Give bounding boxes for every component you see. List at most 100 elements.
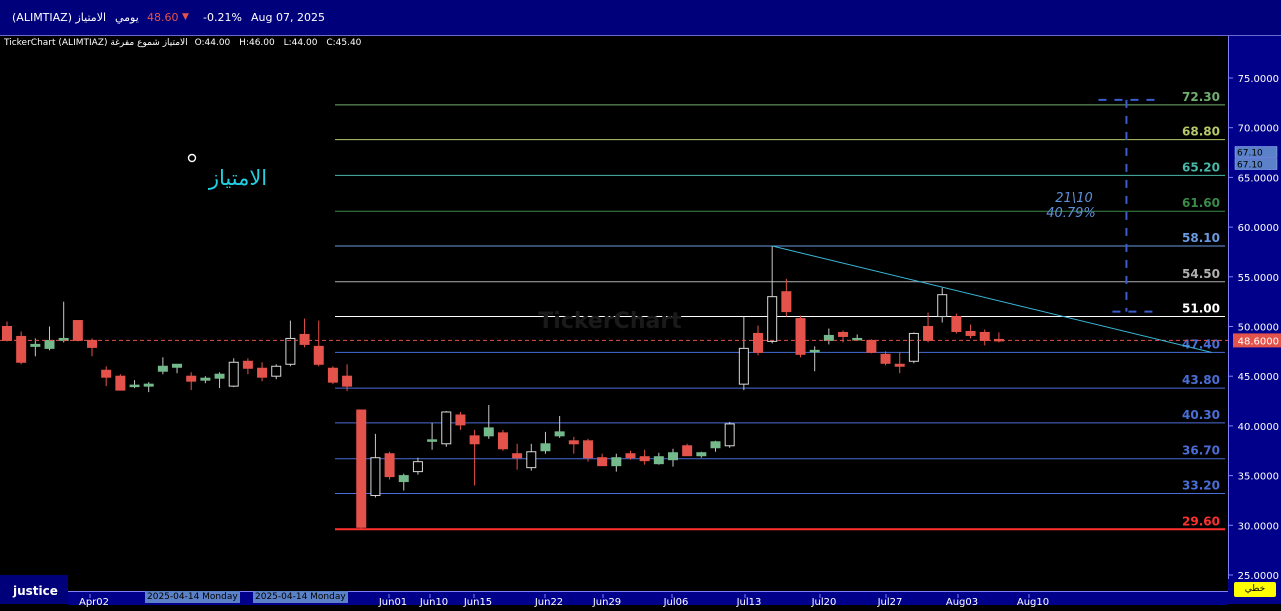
candle-49	[696, 451, 707, 458]
chart-plot[interactable]: 72.30 68.80 65.20 61.60 58.10 54.50 51.00 47.40…	[0, 36, 1228, 591]
candle-33	[469, 429, 480, 486]
candle-64	[908, 332, 919, 364]
level-label-7: 47.40	[1182, 337, 1220, 351]
candle-body	[767, 296, 778, 342]
candle-body	[101, 369, 112, 378]
candle-body	[582, 440, 593, 459]
candle-35	[497, 429, 508, 451]
candle-body	[965, 330, 976, 336]
y-tick-label: 25.0000	[1238, 571, 1279, 579]
candle-body	[696, 452, 707, 457]
x-tick-label: Apr02	[79, 597, 109, 607]
price-axis[interactable]: 75.0000 70.0000 65.0000 60.0000 55.0000 50.00…	[1228, 36, 1281, 582]
candle-body	[441, 411, 452, 445]
candle-48	[682, 443, 693, 457]
fibonacci-levels: 72.30 68.80 65.20 61.60 58.10 54.50 51.00 47.40…	[335, 90, 1225, 531]
level-label-5: 54.50	[1182, 267, 1220, 281]
candle-1	[16, 331, 27, 365]
candle-body	[497, 432, 508, 450]
candle-19	[271, 364, 282, 380]
candle-3	[44, 326, 55, 351]
candle-body	[753, 332, 764, 353]
period-label[interactable]: يومي	[115, 0, 139, 35]
candle-body	[186, 375, 197, 382]
y-tick-label: 75.0000	[1238, 74, 1279, 85]
level-label-2: 65.20	[1182, 160, 1220, 174]
candle-6	[87, 338, 98, 357]
chart-label[interactable]: الامتياز	[208, 166, 267, 190]
candle-body	[271, 365, 282, 377]
candle-body	[483, 427, 494, 437]
x-tick-label: Jul20	[811, 597, 837, 607]
candle-47	[667, 448, 678, 467]
candle-43	[611, 453, 622, 472]
candle-58	[823, 328, 834, 345]
x-tick-label: Jun29	[592, 597, 621, 607]
measure-bars: 21\10	[1055, 191, 1092, 206]
candle-body	[923, 326, 934, 341]
candle-45	[639, 449, 650, 465]
candle-0	[2, 321, 12, 342]
quote-date: Aug 07, 2025	[251, 11, 325, 24]
watermark: TickerChart	[538, 309, 682, 334]
candle-42	[597, 453, 608, 467]
candle-body	[398, 475, 409, 483]
candle-57	[809, 346, 820, 372]
candle-2	[30, 338, 41, 357]
symbol-name[interactable]: (ALIMTIAZ) الامتياز	[12, 0, 106, 35]
candle-15	[214, 372, 225, 389]
candle-66	[937, 287, 948, 323]
x-tick-label: Jun15	[463, 597, 492, 607]
candle-body	[356, 409, 367, 528]
candle-26	[370, 433, 381, 498]
time-axis[interactable]: Apr02 Jun01 Jun10 Jun15 Jun22 Jun29 Jul06 Jul13…	[68, 591, 1228, 608]
candle-body	[682, 445, 693, 457]
candle-46	[653, 452, 664, 465]
candle-body	[313, 345, 324, 365]
candle-55	[781, 278, 792, 317]
level-label-12: 29.60	[1182, 514, 1220, 528]
candle-body	[653, 456, 664, 465]
candle-body	[44, 339, 55, 349]
candle-21	[299, 318, 310, 348]
candle-28	[398, 473, 409, 491]
x-tick-label: Jun10	[419, 597, 448, 607]
y-tick-label: 40.0000	[1238, 422, 1279, 433]
candle-62	[880, 351, 891, 366]
right-tag-label: 67.10	[1237, 161, 1263, 171]
down-arrow-icon: ▼	[182, 12, 189, 22]
candle-12	[172, 363, 183, 374]
title-bar: (ALIMTIAZ) الامتياز يومي 48.60 ▼ -0.21% …	[0, 0, 1281, 36]
y-tick-label: 65.0000	[1238, 173, 1279, 184]
x-tick-label: Aug10	[1017, 597, 1049, 607]
level-label-11: 33.20	[1182, 478, 1220, 492]
candle-body	[937, 294, 948, 318]
candle-body	[72, 320, 83, 341]
y-tick-label: 70.0000	[1238, 124, 1279, 135]
candle-37	[526, 443, 537, 471]
candle-body	[30, 343, 41, 347]
candle-34	[483, 405, 494, 439]
candle-body	[242, 360, 253, 369]
level-label-6: 51.00	[1182, 302, 1220, 316]
candle-body	[214, 373, 225, 379]
candle-11	[157, 357, 168, 375]
candle-18	[257, 362, 268, 382]
label-circle-icon	[187, 153, 197, 163]
candle-body	[427, 439, 438, 442]
candle-31	[441, 410, 452, 447]
candle-body	[951, 316, 962, 332]
candle-body	[979, 331, 990, 341]
line-type-button[interactable]: خطي	[1234, 582, 1276, 597]
candle-7	[101, 366, 112, 387]
candle-23	[327, 366, 338, 385]
candle-68	[965, 324, 976, 339]
candle-22	[313, 320, 324, 367]
x-tick-label: Jul06	[663, 597, 689, 607]
candle-body	[87, 339, 98, 348]
justice-button[interactable]: justice	[0, 575, 68, 604]
candle-25	[356, 409, 367, 530]
candle-body	[342, 375, 353, 387]
candle-body	[2, 326, 12, 341]
y-tick-label: 45.0000	[1238, 372, 1279, 383]
